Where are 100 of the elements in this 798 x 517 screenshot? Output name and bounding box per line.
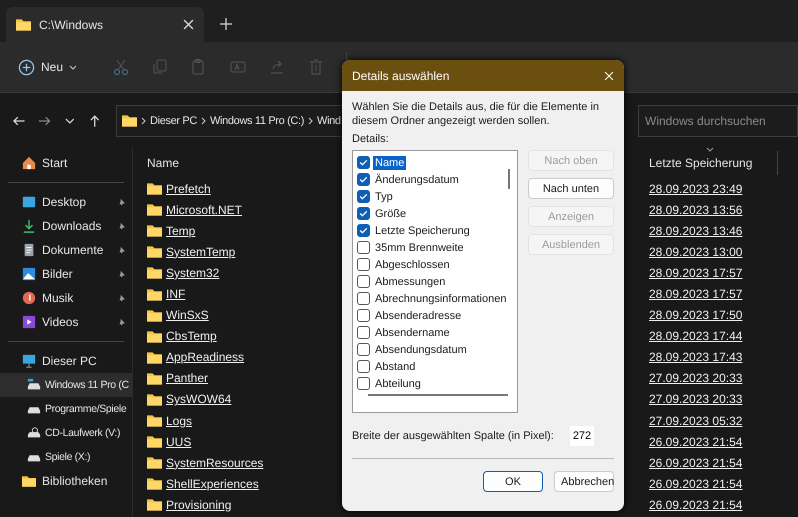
search-field[interactable]: Windows durchsuchen	[638, 104, 798, 136]
checkbox[interactable]	[357, 292, 370, 305]
chevron-down-icon[interactable]	[64, 118, 75, 124]
detail-option[interactable]: Abgeschlossen	[373, 258, 452, 272]
pin-icon[interactable]	[117, 318, 126, 326]
checkbox[interactable]	[357, 156, 370, 169]
file-name[interactable]: AppReadiness	[166, 350, 244, 364]
sidebar-item[interactable]: Start	[0, 151, 132, 175]
file-name[interactable]: CbsTemp	[166, 329, 217, 344]
checkbox[interactable]	[357, 190, 370, 203]
folder-icon	[147, 435, 162, 448]
breadcrumb[interactable]: Windows 11 Pro (C:)	[210, 114, 304, 126]
sidebar-label: Dokumente	[42, 243, 104, 257]
new-tab-icon[interactable]	[220, 18, 232, 30]
file-name[interactable]: UUS	[166, 434, 192, 449]
sidebar-item[interactable]: Videos	[0, 310, 132, 334]
checkbox[interactable]	[357, 207, 370, 220]
width-field[interactable]: 272	[570, 426, 594, 446]
modified-date: 28.09.2023 13:00	[649, 244, 742, 259]
breadcrumb[interactable]: Wind	[317, 114, 341, 126]
detail-option[interactable]: Name	[373, 156, 406, 170]
checkbox[interactable]	[357, 343, 370, 356]
new-button[interactable]: Neu	[16, 54, 80, 80]
detail-option[interactable]: Abmessungen	[373, 274, 448, 288]
file-name[interactable]: Temp	[166, 224, 196, 238]
file-name[interactable]: INF	[166, 287, 186, 302]
close-icon[interactable]	[183, 19, 194, 30]
sidebar-item[interactable]: Programme/Spiele	[0, 397, 132, 421]
sidebar-label: Dieser PC	[42, 354, 97, 368]
checkbox[interactable]	[357, 309, 370, 322]
checkbox[interactable]	[357, 275, 370, 288]
column-header[interactable]: Letzte Speicherung	[649, 156, 752, 170]
detail-option[interactable]: Typ	[373, 190, 395, 204]
checkbox[interactable]	[357, 241, 370, 254]
detail-option[interactable]: Änderungsdatum	[373, 172, 461, 186]
checkbox[interactable]	[357, 377, 370, 390]
sidebar-item[interactable]: Windows 11 Pro (C	[0, 373, 132, 397]
file-name[interactable]: Panther	[166, 371, 208, 386]
cut-icon[interactable]	[112, 58, 130, 76]
up-icon[interactable]	[88, 114, 102, 128]
pin-icon[interactable]	[117, 270, 126, 278]
detail-option[interactable]: Absendungsdatum	[373, 342, 469, 356]
file-name[interactable]: Provisioning	[166, 498, 232, 512]
pin-icon[interactable]	[117, 246, 126, 254]
modified-date: 28.09.2023 17:57	[649, 266, 742, 280]
sidebar-item[interactable]: Dieser PC	[0, 349, 132, 373]
detail-option[interactable]: Abrechnungsinformationen	[373, 292, 508, 306]
sort-icon	[706, 147, 714, 152]
folder-icon	[16, 18, 31, 31]
modified-date: 27.09.2023 20:33	[649, 371, 742, 386]
detail-option[interactable]: Abstand	[373, 360, 418, 374]
music-icon	[22, 291, 36, 305]
sidebar-item[interactable]: Desktop	[0, 190, 132, 214]
detail-option[interactable]: Absendername	[373, 326, 452, 340]
dialog-button[interactable]: OK	[483, 471, 543, 492]
sidebar-item[interactable]: Downloads	[0, 214, 132, 238]
dialog-button[interactable]: Nach unten	[528, 178, 614, 199]
file-name[interactable]: System32	[166, 266, 220, 280]
modified-date: 28.09.2023 13:56	[649, 202, 742, 217]
folder-icon	[147, 414, 162, 428]
file-name[interactable]: ShellExperiences	[166, 476, 259, 491]
checkbox[interactable]	[357, 224, 370, 237]
pin-icon[interactable]	[117, 222, 126, 230]
file-name[interactable]: SysWOW64	[166, 392, 232, 406]
sidebar-label: Spiele (X:)	[45, 451, 90, 463]
scrollbar-thumb[interactable]	[368, 394, 508, 396]
scrollbar-thumb[interactable]	[508, 169, 510, 189]
folder-icon	[147, 203, 162, 216]
sidebar-item[interactable]: Musik	[0, 286, 132, 310]
modified-date: 28.09.2023 23:49	[649, 182, 742, 196]
sidebar-item[interactable]: Dokumente	[0, 238, 132, 262]
detail-option[interactable]: Größe	[373, 206, 408, 220]
detail-option[interactable]: Letzte Speicherung	[373, 224, 472, 238]
pin-icon[interactable]	[117, 198, 126, 206]
chevron-right-icon	[308, 116, 314, 124]
detail-option[interactable]: Absenderadresse	[373, 308, 464, 322]
modified-date: 27.09.2023 05:32	[649, 414, 742, 428]
file-name[interactable]: Prefetch	[166, 182, 211, 196]
folder-icon	[147, 224, 162, 238]
checkbox[interactable]	[357, 326, 370, 339]
sidebar-label: Videos	[42, 315, 78, 329]
folder-icon	[147, 350, 162, 364]
file-name[interactable]: Microsoft.NET	[166, 202, 242, 217]
file-name[interactable]: WinSxS	[166, 308, 209, 322]
file-name[interactable]: SystemResources	[166, 456, 264, 470]
dialog-button[interactable]: Abbrechen	[554, 471, 614, 492]
window-tab[interactable]: C:\Windows	[6, 7, 204, 42]
pin-icon[interactable]	[117, 294, 126, 302]
sidebar-item[interactable]: Bibliotheken	[0, 469, 132, 493]
sidebar-item[interactable]: Spiele (X:)	[0, 445, 132, 469]
file-name[interactable]: SystemTemp	[166, 244, 236, 259]
file-name[interactable]: Logs	[166, 414, 192, 428]
detail-option[interactable]: Abteilung	[373, 376, 423, 390]
sidebar-item[interactable]: CD-Laufwerk (V:)	[0, 421, 132, 445]
checkbox[interactable]	[357, 258, 370, 271]
checkbox[interactable]	[357, 173, 370, 186]
detail-option[interactable]: 35mm Brennweite	[373, 240, 466, 254]
checkbox[interactable]	[357, 360, 370, 373]
breadcrumb[interactable]: Dieser PC	[150, 114, 198, 126]
sidebar-item[interactable]: Bilder	[0, 262, 132, 286]
